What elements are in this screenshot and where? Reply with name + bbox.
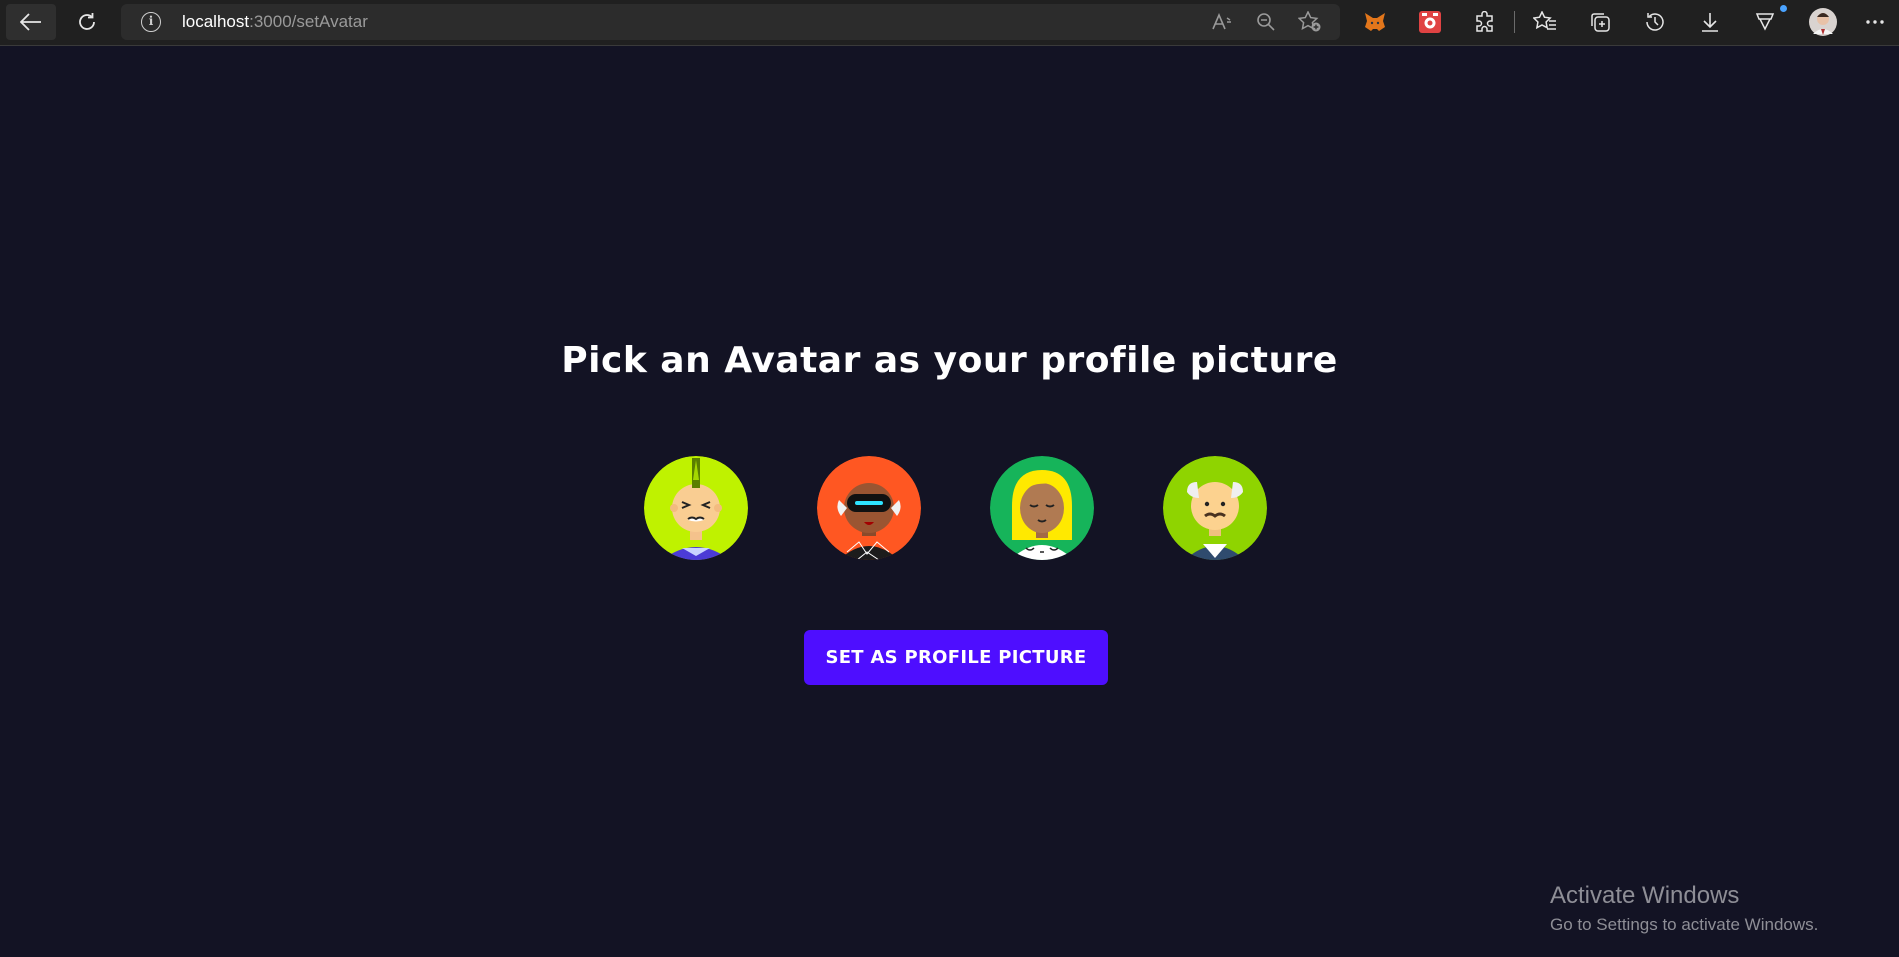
reload-button[interactable] (62, 4, 112, 40)
avatar-option-2[interactable] (813, 452, 925, 564)
avatar-vr-visor (817, 456, 921, 560)
history-icon[interactable] (1638, 6, 1672, 38)
back-arrow-icon (20, 13, 41, 31)
avatar-old-man (1163, 456, 1267, 560)
browser-essentials-icon[interactable] (1748, 6, 1782, 38)
toolbar-divider (1514, 11, 1515, 33)
extensions-icon[interactable] (1468, 6, 1502, 38)
favorites-icon[interactable] (1528, 6, 1562, 38)
url-text[interactable]: localhost:3000/setAvatar (182, 13, 368, 31)
zoom-out-icon[interactable] (1253, 10, 1279, 34)
watermark-subtitle: Go to Settings to activate Windows. (1550, 915, 1819, 934)
url-host: localhost (182, 12, 250, 31)
more-menu-icon[interactable] (1858, 6, 1892, 38)
avatar-list (0, 452, 1899, 564)
avatar-option-4[interactable] (1159, 452, 1271, 564)
url-path: :3000/setAvatar (249, 12, 368, 31)
red-extension-icon[interactable] (1413, 6, 1447, 38)
reload-icon (79, 13, 95, 30)
notification-dot (1780, 5, 1787, 12)
site-info-icon[interactable]: i (141, 12, 161, 32)
watermark-title: Activate Windows (1550, 882, 1740, 909)
back-button[interactable] (6, 4, 56, 40)
address-bar[interactable]: i localhost:3000/setAvatar (121, 4, 1340, 40)
metamask-extension-icon[interactable] (1358, 6, 1392, 38)
avatar-option-3[interactable] (986, 452, 1098, 564)
avatar-option-1[interactable] (640, 452, 752, 564)
set-profile-picture-button[interactable]: SET AS PROFILE PICTURE (804, 630, 1108, 685)
add-favorite-icon[interactable] (1297, 10, 1323, 34)
profile-avatar[interactable] (1806, 6, 1840, 38)
collections-icon[interactable] (1583, 6, 1617, 38)
downloads-icon[interactable] (1693, 6, 1727, 38)
page-title: Pick an Avatar as your profile picture (561, 340, 1338, 381)
avatar-mohawk-boy (644, 456, 748, 560)
browser-toolbar: i localhost:3000/setAvatar (0, 0, 1899, 46)
windows-activation-watermark: Activate Windows Go to Settings to activ… (1550, 882, 1818, 936)
avatar-blonde-girl (990, 456, 1094, 560)
read-aloud-icon[interactable] (1209, 10, 1235, 34)
